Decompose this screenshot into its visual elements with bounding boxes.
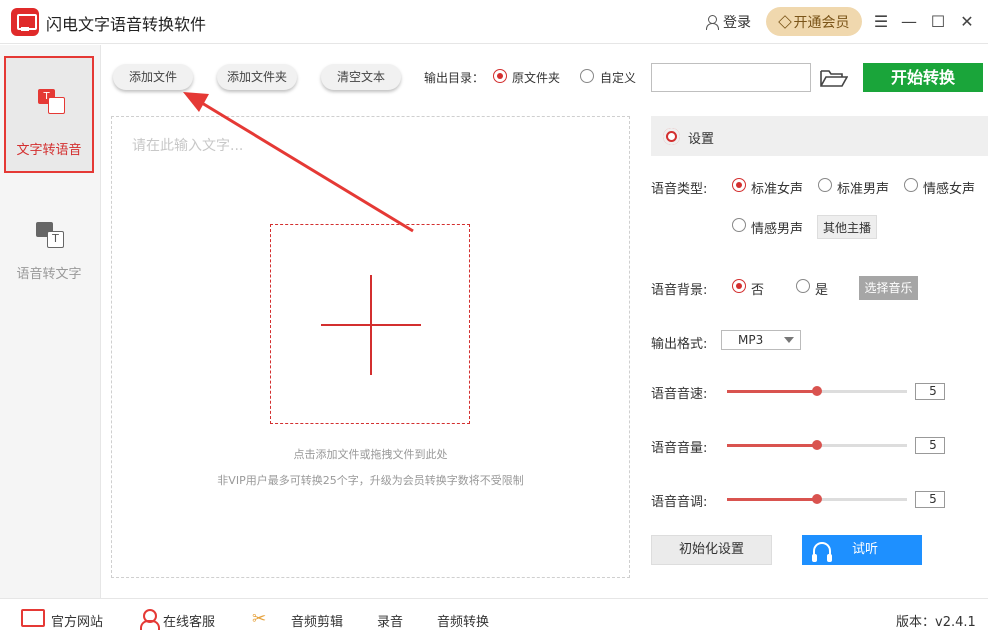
text-to-speech-icon: T xyxy=(38,89,66,115)
reset-settings-button[interactable]: 初始化设置 xyxy=(651,535,772,565)
output-original-label: 原文件夹 xyxy=(512,71,561,85)
vip-label: 开通会员 xyxy=(793,14,850,31)
vip-button[interactable]: 开通会员 xyxy=(766,7,862,36)
sidebar: T 文字转语音 T 语音转文字 xyxy=(0,45,101,598)
version-label: 版本：v2.4.1 xyxy=(896,615,976,630)
voice-option-label: 标准男声 xyxy=(837,182,890,197)
close-button[interactable]: ✕ xyxy=(957,12,977,32)
app-logo-icon xyxy=(11,8,39,36)
voice-option-label: 标准女声 xyxy=(751,182,804,197)
output-custom-label: 自定义 xyxy=(600,71,637,85)
menu-icon[interactable]: ☰ xyxy=(871,12,891,32)
pitch-label: 语音音调: xyxy=(651,495,708,510)
voice-standard-female-radio[interactable] xyxy=(732,178,746,192)
headphone-icon xyxy=(812,542,832,562)
vip-limit-hint: 非VIP用户最多可转换25个字，升级为会员转换字数将不受限制 xyxy=(217,474,524,487)
voice-emotional-male-radio[interactable] xyxy=(732,218,746,232)
background-no-radio[interactable] xyxy=(732,279,746,293)
online-support-link[interactable]: 在线客服 xyxy=(163,611,215,630)
background-yes-label: 是 xyxy=(815,283,829,298)
login-button[interactable]: 登录 xyxy=(704,12,751,32)
add-folder-button[interactable]: 添加文件夹 xyxy=(217,64,297,90)
app-title: 闪电文字语音转换软件 xyxy=(46,15,207,34)
sidebar-item-label: 文字转语音 xyxy=(16,143,82,158)
slider-handle[interactable] xyxy=(812,440,822,450)
user-icon xyxy=(704,14,720,30)
sidebar-item-label: 语音转文字 xyxy=(16,267,82,282)
output-path-input[interactable] xyxy=(651,63,811,92)
login-label: 登录 xyxy=(723,15,751,31)
output-dir-label: 输出目录： xyxy=(424,71,485,85)
speech-to-text-icon: T xyxy=(36,222,66,250)
add-file-button[interactable]: 添加文件 xyxy=(113,64,193,90)
voice-type-label: 语音类型: xyxy=(651,182,708,197)
arrow-annotation-icon xyxy=(183,92,414,233)
pitch-value[interactable]: 5 xyxy=(915,491,945,508)
monitor-icon xyxy=(21,609,45,629)
voice-option-label: 情感女声 xyxy=(923,182,976,197)
audio-convert-link[interactable]: 音频转换 xyxy=(437,611,489,630)
slider-handle[interactable] xyxy=(812,494,822,504)
start-convert-button[interactable]: 开始转换 xyxy=(863,63,983,92)
output-original-radio[interactable] xyxy=(493,69,507,83)
app-window: 闪电文字语音转换软件 登录 开通会员 ☰ — ☐ ✕ T 文字转语音 T 语音转… xyxy=(0,0,988,639)
clear-text-button[interactable]: 清空文本 xyxy=(321,64,401,90)
folder-open-icon[interactable] xyxy=(820,68,849,88)
background-yes-radio[interactable] xyxy=(796,279,810,293)
support-icon xyxy=(138,609,160,630)
voice-standard-male-radio[interactable] xyxy=(818,178,832,192)
gear-icon xyxy=(663,128,680,145)
output-custom-radio[interactable] xyxy=(580,69,594,83)
drop-zone[interactable] xyxy=(270,224,470,424)
choose-music-button[interactable]: 选择音乐 xyxy=(859,276,918,300)
speed-label: 语音音速: xyxy=(651,387,708,402)
drop-hint: 点击添加文件或拖拽文件到此处 xyxy=(293,448,448,461)
maximize-button[interactable]: ☐ xyxy=(928,12,948,32)
settings-header: 设置 xyxy=(651,116,988,156)
bottom-bar: 官方网站 在线客服 ✂ 音频剪辑 录音 音频转换 版本：v2.4.1 xyxy=(0,598,988,639)
background-label: 语音背景: xyxy=(651,283,708,298)
scissors-icon: ✂ xyxy=(252,609,267,629)
minimize-button[interactable]: — xyxy=(899,12,919,32)
voice-option-label: 情感男声 xyxy=(751,222,804,237)
settings-title: 设置 xyxy=(688,132,715,147)
format-label: 输出格式: xyxy=(651,337,708,352)
listen-button[interactable]: 试听 xyxy=(802,535,922,565)
other-anchor-button[interactable]: 其他主播 xyxy=(817,215,877,239)
speed-slider[interactable] xyxy=(727,386,907,396)
sidebar-item-text-to-speech[interactable]: T 文字转语音 xyxy=(4,56,94,173)
sidebar-item-speech-to-text[interactable]: T 语音转文字 xyxy=(4,200,94,317)
slider-handle[interactable] xyxy=(812,386,822,396)
volume-value[interactable]: 5 xyxy=(915,437,945,454)
pitch-slider[interactable] xyxy=(727,494,907,504)
volume-label: 语音音量: xyxy=(651,441,708,456)
background-no-label: 否 xyxy=(751,283,765,298)
voice-emotional-female-radio[interactable] xyxy=(904,178,918,192)
diamond-icon xyxy=(777,14,792,29)
format-select[interactable]: MP3 xyxy=(721,330,801,350)
listen-label: 试听 xyxy=(852,542,879,557)
audio-edit-link[interactable]: 音频剪辑 xyxy=(291,611,343,630)
speed-value[interactable]: 5 xyxy=(915,383,945,400)
record-link[interactable]: 录音 xyxy=(377,611,403,630)
official-website-link[interactable]: 官方网站 xyxy=(51,611,103,630)
volume-slider[interactable] xyxy=(727,440,907,450)
title-bar: 闪电文字语音转换软件 登录 开通会员 ☰ — ☐ ✕ xyxy=(0,0,988,44)
